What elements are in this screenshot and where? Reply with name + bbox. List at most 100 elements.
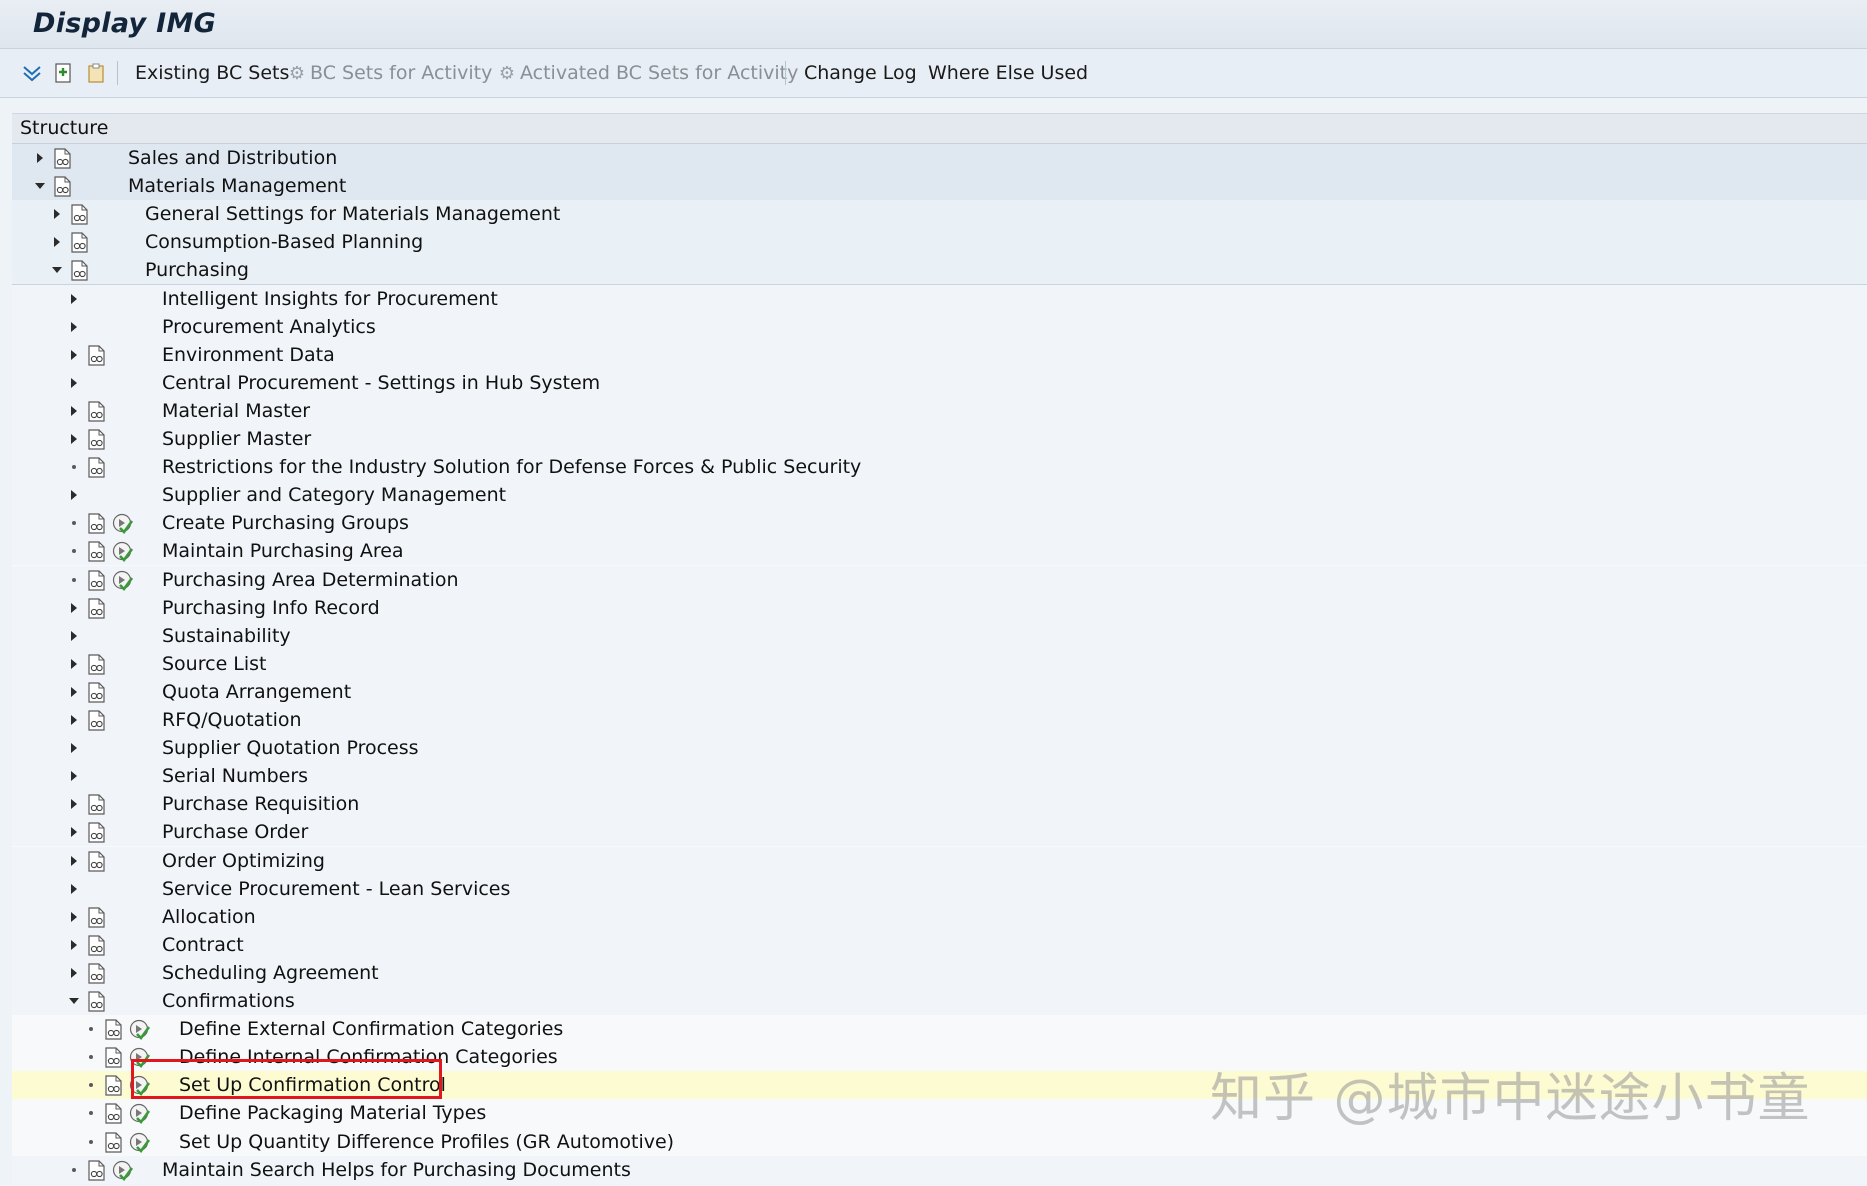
- tree-node[interactable]: Purchasing: [12, 256, 1867, 286]
- tree-node-label[interactable]: Environment Data: [162, 341, 335, 369]
- find-icon[interactable]: [52, 61, 76, 85]
- documentation-icon[interactable]: [87, 513, 106, 534]
- tree-node[interactable]: Quota Arrangement: [12, 677, 1867, 706]
- documentation-icon[interactable]: [53, 176, 72, 197]
- tree-node[interactable]: Order Optimizing: [12, 846, 1867, 875]
- execute-activity-icon[interactable]: [128, 1102, 151, 1125]
- documentation-icon[interactable]: [87, 401, 106, 422]
- tree-node-label[interactable]: Contract: [162, 931, 244, 959]
- documentation-icon[interactable]: [87, 345, 106, 366]
- tree-node-label[interactable]: Material Master: [162, 397, 310, 425]
- execute-activity-icon[interactable]: [128, 1131, 151, 1154]
- collapse-arrow-icon[interactable]: [50, 256, 64, 284]
- tree-node-label[interactable]: Supplier Quotation Process: [162, 734, 419, 762]
- expand-arrow-icon[interactable]: [67, 875, 81, 903]
- expand-arrow-icon[interactable]: [50, 228, 64, 256]
- bc-sets-for-activity-button[interactable]: ⚙ BC Sets for Activity: [284, 59, 492, 87]
- tree-node-label[interactable]: Serial Numbers: [162, 762, 308, 790]
- tree-node[interactable]: Maintain Search Helps for Purchasing Doc…: [12, 1155, 1867, 1184]
- documentation-icon[interactable]: [104, 1131, 123, 1153]
- expand-arrow-icon[interactable]: [67, 341, 81, 369]
- clipboard-icon[interactable]: [84, 61, 108, 85]
- documentation-icon[interactable]: [53, 148, 72, 169]
- tree-node-label[interactable]: RFQ/Quotation: [162, 706, 302, 734]
- tree-node-label[interactable]: Sales and Distribution: [128, 144, 337, 172]
- change-log-button[interactable]: Change Log: [804, 59, 917, 87]
- execute-activity-icon[interactable]: [111, 1159, 134, 1182]
- tree-node[interactable]: Purchasing Info Record: [12, 593, 1867, 622]
- tree-node-label[interactable]: Define Packaging Material Types: [179, 1099, 486, 1127]
- tree-node-label[interactable]: Procurement Analytics: [162, 313, 376, 341]
- documentation-icon[interactable]: [87, 654, 106, 675]
- documentation-icon[interactable]: [87, 935, 106, 956]
- expand-arrow-icon[interactable]: [67, 762, 81, 790]
- tree-node[interactable]: Service Procurement - Lean Services: [12, 874, 1867, 903]
- execute-activity-icon[interactable]: [111, 540, 134, 563]
- expand-arrow-icon[interactable]: [67, 678, 81, 706]
- tree-node-label[interactable]: General Settings for Materials Managemen…: [145, 200, 560, 228]
- expand-arrow-icon[interactable]: [67, 622, 81, 650]
- tree-node[interactable]: Allocation: [12, 902, 1867, 931]
- documentation-icon[interactable]: [87, 541, 106, 562]
- documentation-icon[interactable]: [104, 1047, 123, 1068]
- tree-node[interactable]: Restrictions for the Industry Solution f…: [12, 453, 1867, 482]
- tree-node-label[interactable]: Quota Arrangement: [162, 678, 351, 706]
- documentation-icon[interactable]: [87, 794, 106, 815]
- tree-node[interactable]: Supplier Quotation Process: [12, 734, 1867, 763]
- documentation-icon[interactable]: [87, 850, 106, 872]
- tree-node[interactable]: Material Master: [12, 396, 1867, 425]
- expand-arrow-icon[interactable]: [67, 734, 81, 762]
- tree-node[interactable]: Maintain Purchasing Area: [12, 537, 1867, 566]
- tree-node[interactable]: Procurement Analytics: [12, 312, 1867, 341]
- expand-arrow-icon[interactable]: [67, 903, 81, 931]
- expand-arrow-icon[interactable]: [67, 397, 81, 425]
- expand-arrow-icon[interactable]: [50, 200, 64, 228]
- documentation-icon[interactable]: [87, 710, 106, 731]
- tree-node[interactable]: RFQ/Quotation: [12, 706, 1867, 734]
- expand-arrow-icon[interactable]: [67, 706, 81, 734]
- documentation-icon[interactable]: [87, 907, 106, 928]
- tree-node-label[interactable]: Maintain Purchasing Area: [162, 537, 404, 565]
- expand-arrow-icon[interactable]: [67, 594, 81, 622]
- expand-arrow-icon[interactable]: [33, 144, 47, 172]
- expand-arrow-icon[interactable]: [67, 959, 81, 987]
- expand-arrow-icon[interactable]: [67, 931, 81, 959]
- documentation-icon[interactable]: [104, 1019, 123, 1040]
- tree-node[interactable]: Create Purchasing Groups: [12, 509, 1867, 538]
- tree-node-label[interactable]: Consumption-Based Planning: [145, 228, 423, 256]
- tree-node-label[interactable]: Supplier Master: [162, 425, 311, 453]
- tree-node[interactable]: Confirmations: [12, 987, 1867, 1016]
- expand-subtree-icon[interactable]: [20, 61, 44, 85]
- tree-node[interactable]: Set Up Quantity Difference Profiles (GR …: [12, 1127, 1867, 1156]
- existing-bc-sets-button[interactable]: Existing BC Sets: [135, 59, 289, 87]
- tree-node[interactable]: Sustainability: [12, 621, 1867, 650]
- tree-node[interactable]: Intelligent Insights for Procurement: [12, 284, 1867, 313]
- documentation-icon[interactable]: [70, 204, 89, 225]
- tree-node-label[interactable]: Source List: [162, 650, 267, 678]
- tree-node[interactable]: Serial Numbers: [12, 762, 1867, 791]
- documentation-icon[interactable]: [104, 1103, 123, 1124]
- tree-node-label[interactable]: Order Optimizing: [162, 847, 325, 875]
- tree-node[interactable]: Materials Management: [12, 172, 1867, 202]
- tree-node-label[interactable]: Restrictions for the Industry Solution f…: [162, 453, 861, 481]
- execute-activity-icon[interactable]: [128, 1018, 151, 1041]
- documentation-icon[interactable]: [87, 457, 106, 478]
- expand-arrow-icon[interactable]: [67, 369, 81, 397]
- documentation-icon[interactable]: [87, 429, 106, 450]
- documentation-icon[interactable]: [87, 569, 106, 591]
- tree-node-label[interactable]: Confirmations: [162, 987, 295, 1015]
- documentation-icon[interactable]: [87, 963, 106, 984]
- tree-node-label[interactable]: Purchasing Area Determination: [162, 566, 459, 594]
- expand-arrow-icon[interactable]: [67, 481, 81, 509]
- expand-arrow-icon[interactable]: [67, 285, 81, 313]
- tree-node[interactable]: Consumption-Based Planning: [12, 228, 1867, 257]
- tree-node-label[interactable]: Create Purchasing Groups: [162, 509, 409, 537]
- tree-node[interactable]: Supplier Master: [12, 425, 1867, 453]
- tree-node[interactable]: Purchasing Area Determination: [12, 565, 1867, 594]
- documentation-icon[interactable]: [70, 260, 89, 281]
- tree-node-label[interactable]: Allocation: [162, 903, 256, 931]
- documentation-icon[interactable]: [87, 682, 106, 703]
- expand-arrow-icon[interactable]: [67, 425, 81, 453]
- execute-activity-icon[interactable]: [111, 569, 134, 592]
- collapse-arrow-icon[interactable]: [33, 172, 47, 200]
